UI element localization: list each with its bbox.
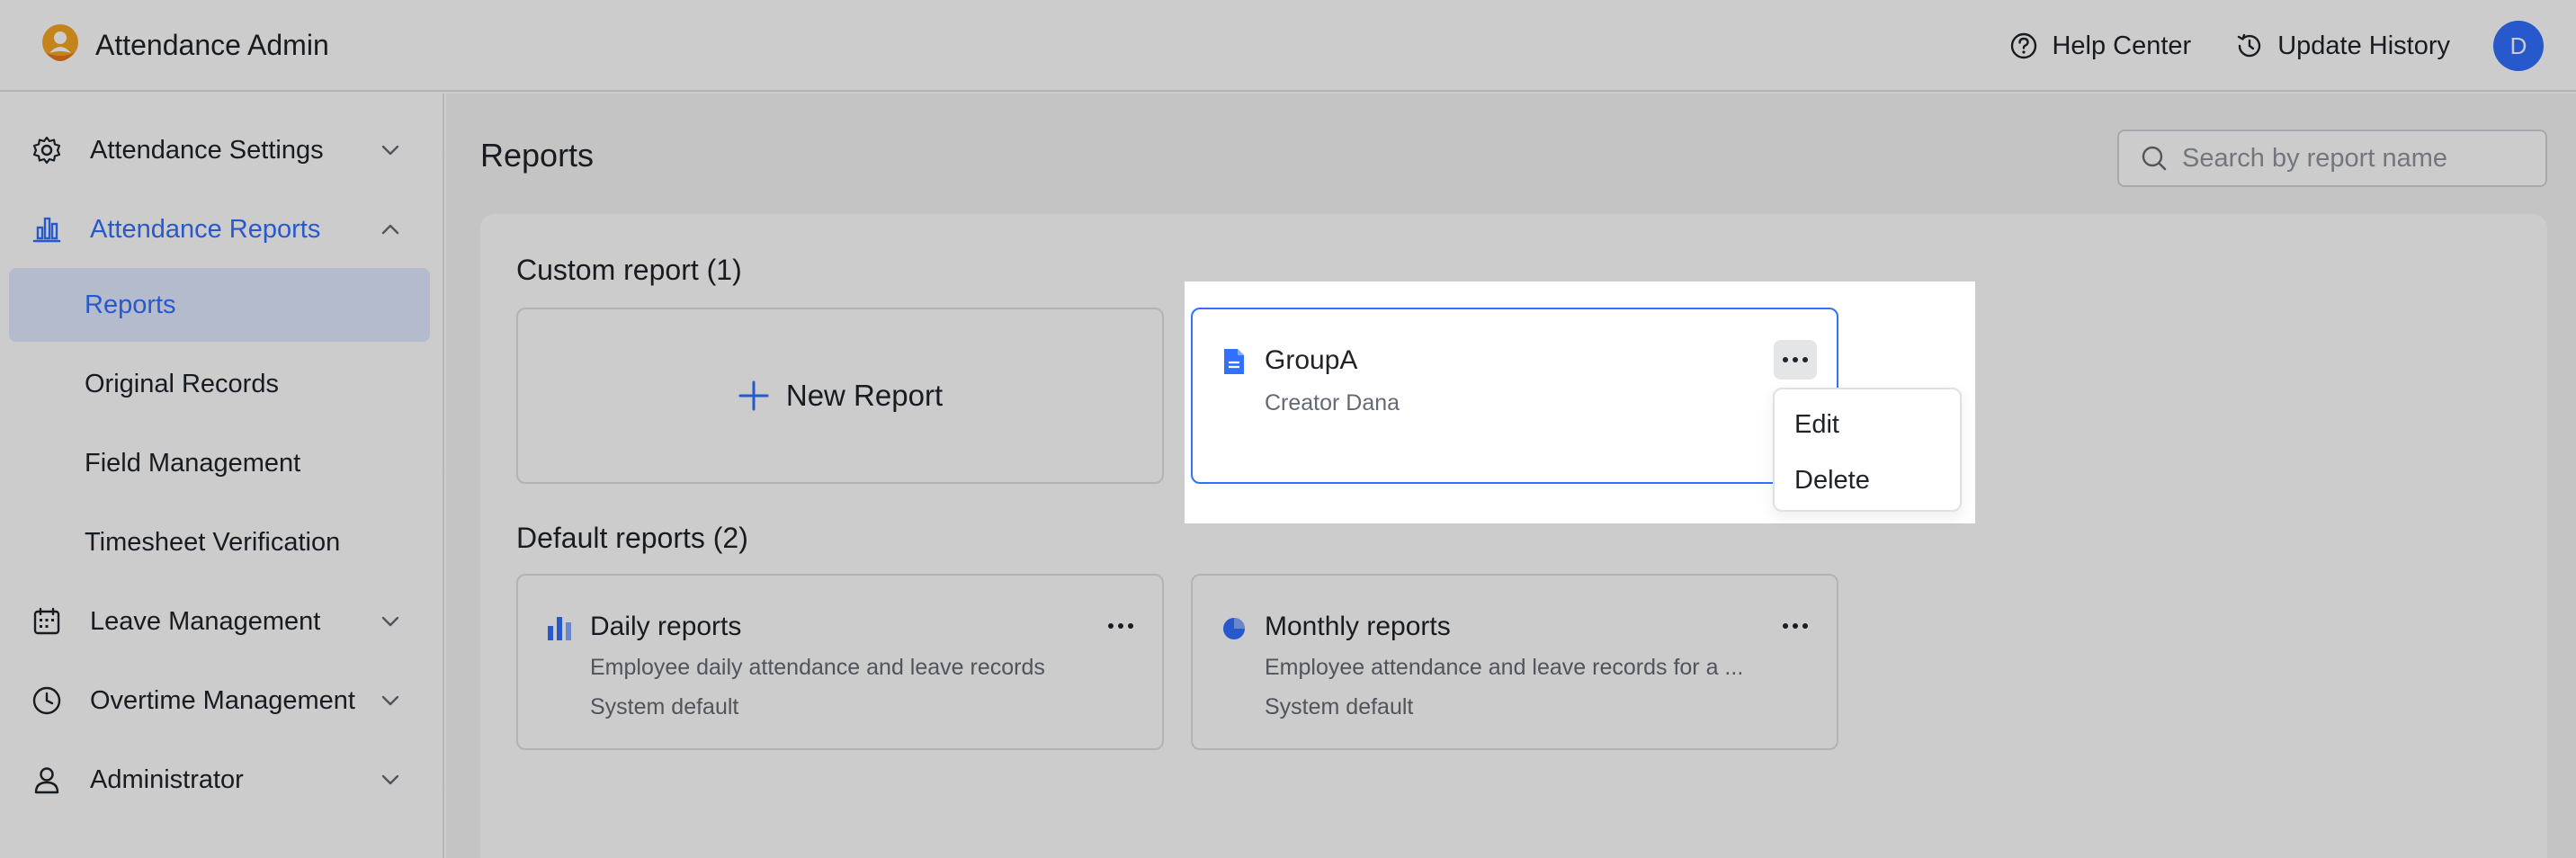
app-root: DanaDanaDanaDanaDanaDanaDanaDanaDanaDana…: [0, 0, 2576, 858]
overlay-mask: [0, 523, 2576, 858]
report-card-groupa[interactable]: GroupA Creator Dana: [1191, 308, 1838, 484]
report-title: GroupA: [1265, 345, 1357, 376]
more-options-menu: Edit Delete: [1773, 388, 1962, 512]
report-creator: Creator Dana: [1265, 390, 1400, 416]
overlay-mask: [0, 282, 1185, 523]
overlay-mask: [0, 0, 2576, 282]
menu-item-delete[interactable]: Delete: [1775, 454, 1960, 506]
more-icon: [1782, 356, 1809, 363]
menu-item-edit[interactable]: Edit: [1775, 398, 1960, 451]
document-icon: [1221, 347, 1247, 376]
overlay-mask: [1975, 282, 2576, 523]
more-options-button[interactable]: [1774, 340, 1817, 380]
